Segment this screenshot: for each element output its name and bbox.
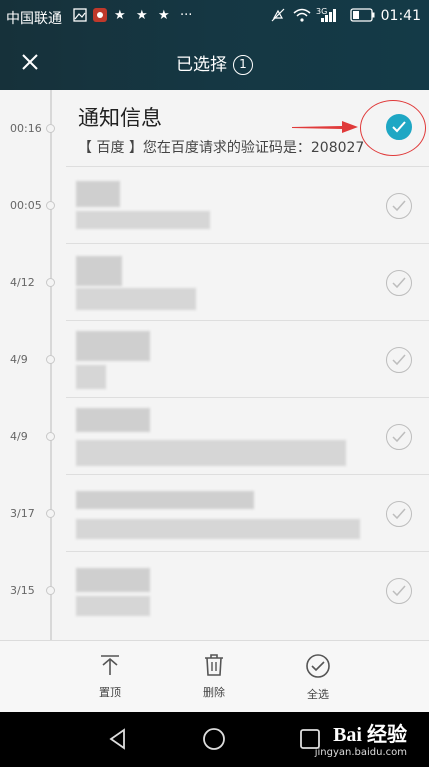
back-icon[interactable] xyxy=(106,727,130,751)
watermark-url: jingyan.baidu.com xyxy=(314,747,407,758)
trash-icon xyxy=(205,654,223,676)
selection-title: 已选择 1 xyxy=(0,50,429,75)
message-row[interactable]: 4/9 xyxy=(0,398,429,475)
title-bar: 已选择 1 xyxy=(0,36,429,90)
select-checkbox[interactable] xyxy=(386,270,412,296)
select-all-button[interactable]: 全选 xyxy=(288,653,348,702)
pin-button[interactable]: 置顶 xyxy=(80,653,140,700)
blurred-preview xyxy=(76,365,106,389)
message-time: 00:05 xyxy=(10,199,42,212)
select-checkbox[interactable] xyxy=(386,347,412,373)
message-preview: 【 百度 】您在百度请求的验证码是：208027 xyxy=(78,140,365,156)
more-notifications-icon: ··· xyxy=(180,8,193,23)
watermark: Bai 经验 jingyan.baidu.com xyxy=(315,718,407,758)
blurred-preview xyxy=(76,519,360,539)
star-icon: ★ xyxy=(136,8,148,23)
status-bar: 中国联通 ★ ★ ★ ··· 3G 01:41 xyxy=(0,0,429,34)
clock: 01:41 xyxy=(380,8,421,24)
select-checkbox[interactable] xyxy=(386,578,412,604)
pin-top-icon xyxy=(101,655,119,675)
selected-count-badge: 1 xyxy=(233,55,253,75)
blurred-sender xyxy=(76,181,120,207)
pin-label: 置顶 xyxy=(99,686,121,699)
delete-label: 删除 xyxy=(203,686,225,699)
select-all-label: 全选 xyxy=(307,688,329,701)
delete-button[interactable]: 删除 xyxy=(184,653,244,700)
message-time: 4/12 xyxy=(10,276,35,289)
message-title: 通知信息 xyxy=(78,106,162,130)
blurred-sender xyxy=(76,491,254,509)
star-icon: ★ xyxy=(158,8,170,23)
message-time: 4/9 xyxy=(10,353,28,366)
message-time: 3/15 xyxy=(10,584,35,597)
header: 中国联通 ★ ★ ★ ··· 3G 01:41 已选择 1 xyxy=(0,0,429,90)
select-checkbox[interactable] xyxy=(386,193,412,219)
blurred-preview xyxy=(76,440,346,466)
signal-icon xyxy=(320,8,338,27)
page-title: 已选择 xyxy=(176,55,227,75)
battery-icon xyxy=(350,8,376,27)
annotation-arrow-icon xyxy=(292,121,358,133)
message-list: 00:16 通知信息 【 百度 】您在百度请求的验证码是：208027 00:0… xyxy=(0,90,429,640)
app-badge-icon xyxy=(93,8,107,27)
message-row[interactable]: 3/17 xyxy=(0,475,429,552)
blurred-sender xyxy=(76,568,150,592)
timeline-dot xyxy=(46,355,55,364)
star-icon: ★ xyxy=(114,8,126,23)
message-time: 3/17 xyxy=(10,507,35,520)
blurred-preview xyxy=(76,288,196,310)
message-row[interactable]: 4/12 xyxy=(0,244,429,321)
check-circle-icon xyxy=(306,654,330,678)
timeline-dot xyxy=(46,432,55,441)
message-time: 4/9 xyxy=(10,430,28,443)
blurred-sender xyxy=(76,331,150,361)
gallery-icon xyxy=(73,8,87,27)
message-row[interactable]: 3/15 xyxy=(0,552,429,629)
message-row[interactable]: 00:05 xyxy=(0,167,429,244)
timeline-dot xyxy=(46,509,55,518)
annotation-circle xyxy=(360,100,426,156)
message-row[interactable]: 4/9 xyxy=(0,321,429,398)
blurred-sender xyxy=(76,256,122,286)
watermark-brand: Bai 经验 xyxy=(333,724,407,746)
select-checkbox[interactable] xyxy=(386,501,412,527)
timeline-dot xyxy=(46,586,55,595)
timeline-dot xyxy=(46,124,55,133)
select-checkbox[interactable] xyxy=(386,424,412,450)
blurred-preview xyxy=(76,211,210,229)
bottom-toolbar: 置顶 删除 全选 xyxy=(0,640,429,712)
mute-icon xyxy=(271,8,285,27)
message-time: 00:16 xyxy=(10,122,42,135)
home-icon[interactable] xyxy=(202,727,226,751)
carrier-name: 中国联通 xyxy=(6,11,62,27)
blurred-sender xyxy=(76,408,150,432)
wifi-icon xyxy=(293,8,311,27)
timeline-dot xyxy=(46,278,55,287)
blurred-preview xyxy=(76,596,150,616)
timeline-dot xyxy=(46,201,55,210)
